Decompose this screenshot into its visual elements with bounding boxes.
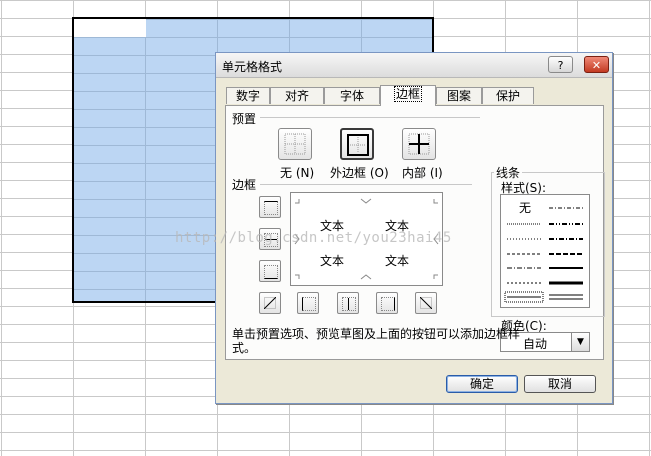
ok-button[interactable]: 确定 xyxy=(446,375,518,393)
preview-text-bottom-right: 文本 xyxy=(385,254,410,268)
preset-outline-button[interactable] xyxy=(340,128,374,160)
tab-protection[interactable]: 保护 xyxy=(482,87,534,104)
presets-label: 预置 xyxy=(232,112,257,126)
border-bottom-icon xyxy=(264,265,278,279)
chevron-down-icon[interactable]: ▼ xyxy=(571,333,589,351)
presets-separator xyxy=(260,117,480,118)
dialog-titlebar[interactable]: 单元格格式 ? ✕ xyxy=(216,53,612,78)
watermark: http://blog.csdn.net/you23hai45 xyxy=(175,230,452,246)
tab-patterns[interactable]: 图案 xyxy=(436,87,482,104)
border-left-button[interactable] xyxy=(297,292,319,314)
preset-none-button[interactable] xyxy=(278,128,312,160)
tab-font[interactable]: 字体 xyxy=(324,87,380,104)
preset-outline-icon xyxy=(347,134,369,156)
preset-inside-icon xyxy=(408,133,430,155)
color-select-value: 自动 xyxy=(523,337,548,351)
border-top-icon xyxy=(264,201,278,215)
preset-inside-label: 内部 (I) xyxy=(402,166,443,180)
dialog-title: 单元格格式 xyxy=(222,60,283,74)
border-diagonal-up-button[interactable] xyxy=(259,292,281,314)
help-button[interactable]: ? xyxy=(548,56,573,73)
tab-alignment[interactable]: 对齐 xyxy=(270,87,324,104)
border-separator xyxy=(260,184,472,185)
border-top-button[interactable] xyxy=(259,196,281,218)
active-cell[interactable] xyxy=(74,19,146,37)
preset-inside-button[interactable] xyxy=(402,128,436,160)
preset-none-icon xyxy=(284,133,306,155)
preset-outline-label: 外边框 (O) xyxy=(330,166,389,180)
close-button[interactable]: ✕ xyxy=(584,56,609,73)
border-right-icon xyxy=(381,297,395,311)
border-left-icon xyxy=(302,297,316,311)
preset-none-label: 无 (N) xyxy=(280,166,315,180)
tab-border[interactable]: 边框 xyxy=(380,85,436,106)
tab-border-label: 边框 xyxy=(393,86,423,102)
line-style-samples[interactable] xyxy=(501,195,589,307)
help-text-line-1: 单击预置选项、预览草图及上面的按钮可以添加边框样 xyxy=(232,327,521,341)
tab-number[interactable]: 数字 xyxy=(226,87,270,104)
preview-text-bottom-left: 文本 xyxy=(320,254,345,268)
border-middle-vertical-button[interactable] xyxy=(337,292,359,314)
diagonal-up-icon xyxy=(264,297,276,309)
border-label: 边框 xyxy=(232,178,257,192)
cancel-button[interactable]: 取消 xyxy=(524,375,596,393)
diagonal-down-icon xyxy=(420,297,432,309)
line-style-list[interactable]: 无 xyxy=(500,194,590,308)
border-middle-vertical-icon xyxy=(342,297,356,311)
help-text-line-2: 式。 xyxy=(232,341,257,355)
border-diagonal-down-button[interactable] xyxy=(415,292,437,314)
format-cells-dialog: 单元格格式 ? ✕ 数字 对齐 字体 边框 图案 保护 预置 无 (N) 外边框… xyxy=(215,52,613,404)
border-bottom-button[interactable] xyxy=(259,260,281,282)
border-right-button[interactable] xyxy=(376,292,398,314)
